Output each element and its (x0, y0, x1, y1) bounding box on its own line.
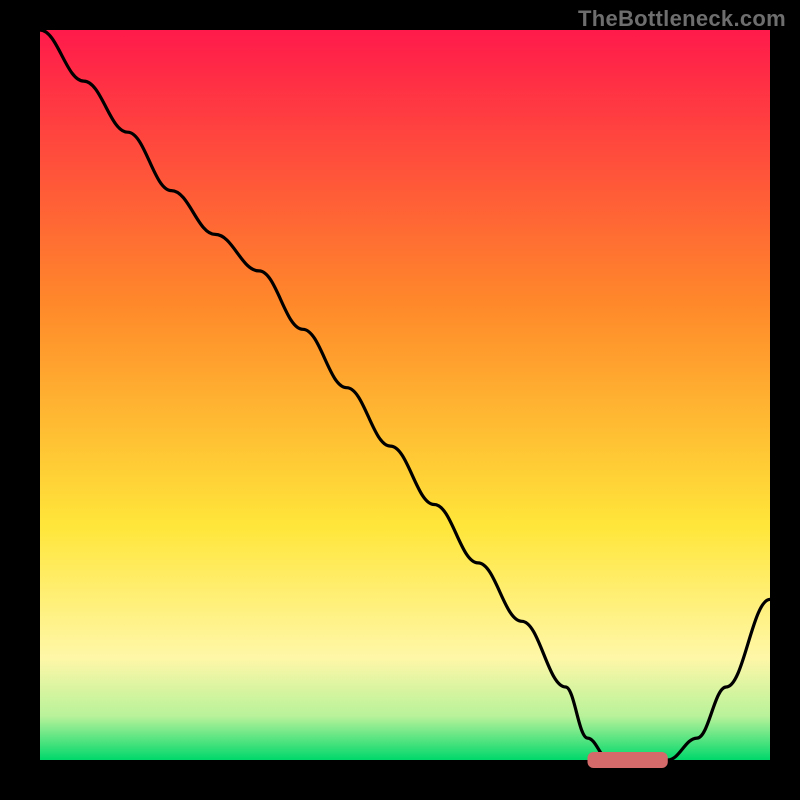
bottleneck-chart (0, 0, 800, 800)
plot-background (40, 30, 770, 760)
optimal-range-marker (588, 752, 668, 768)
frame-left (0, 0, 40, 800)
frame-bottom (0, 760, 800, 800)
chart-frame: TheBottleneck.com (0, 0, 800, 800)
frame-right (770, 0, 800, 800)
frame-top (0, 0, 800, 30)
